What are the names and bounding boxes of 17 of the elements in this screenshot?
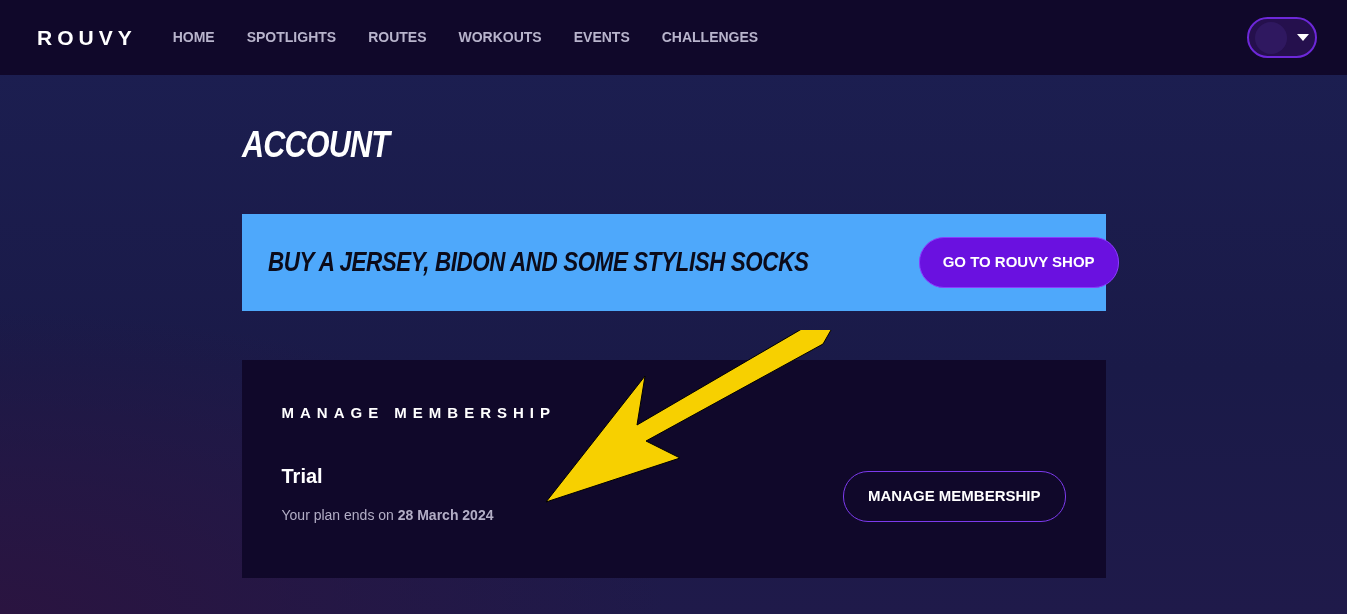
nav-link[interactable]: SPOTLIGHTS	[246, 27, 337, 48]
nav-link[interactable]: HOME	[172, 27, 215, 48]
section-heading: MANAGE MEMBERSHIP	[281, 403, 557, 424]
nav-link[interactable]: CHALLENGES	[661, 27, 759, 48]
page-title: ACCOUNT	[241, 123, 976, 167]
nav-link[interactable]: EVENTS	[573, 27, 630, 48]
user-menu-button[interactable]	[1247, 17, 1317, 58]
manage-membership-button[interactable]: MANAGE MEMBERSHIP	[843, 471, 1066, 522]
logo[interactable]: ROUVY	[37, 21, 137, 54]
shop-button[interactable]: GO TO ROUVY SHOP	[918, 237, 1119, 288]
nav-link[interactable]: ROUTES	[368, 27, 427, 48]
plan-name: Trial	[281, 463, 324, 489]
caret-icon	[1297, 34, 1309, 41]
banner-text: BUY A JERSEY, BIDON AND SOME STYLISH SOCKS	[267, 246, 808, 280]
avatar-icon	[1255, 21, 1287, 54]
plan-end-text: Your plan ends on 28 March 2024	[281, 505, 494, 525]
nav-link[interactable]: WORKOUTS	[458, 27, 542, 48]
